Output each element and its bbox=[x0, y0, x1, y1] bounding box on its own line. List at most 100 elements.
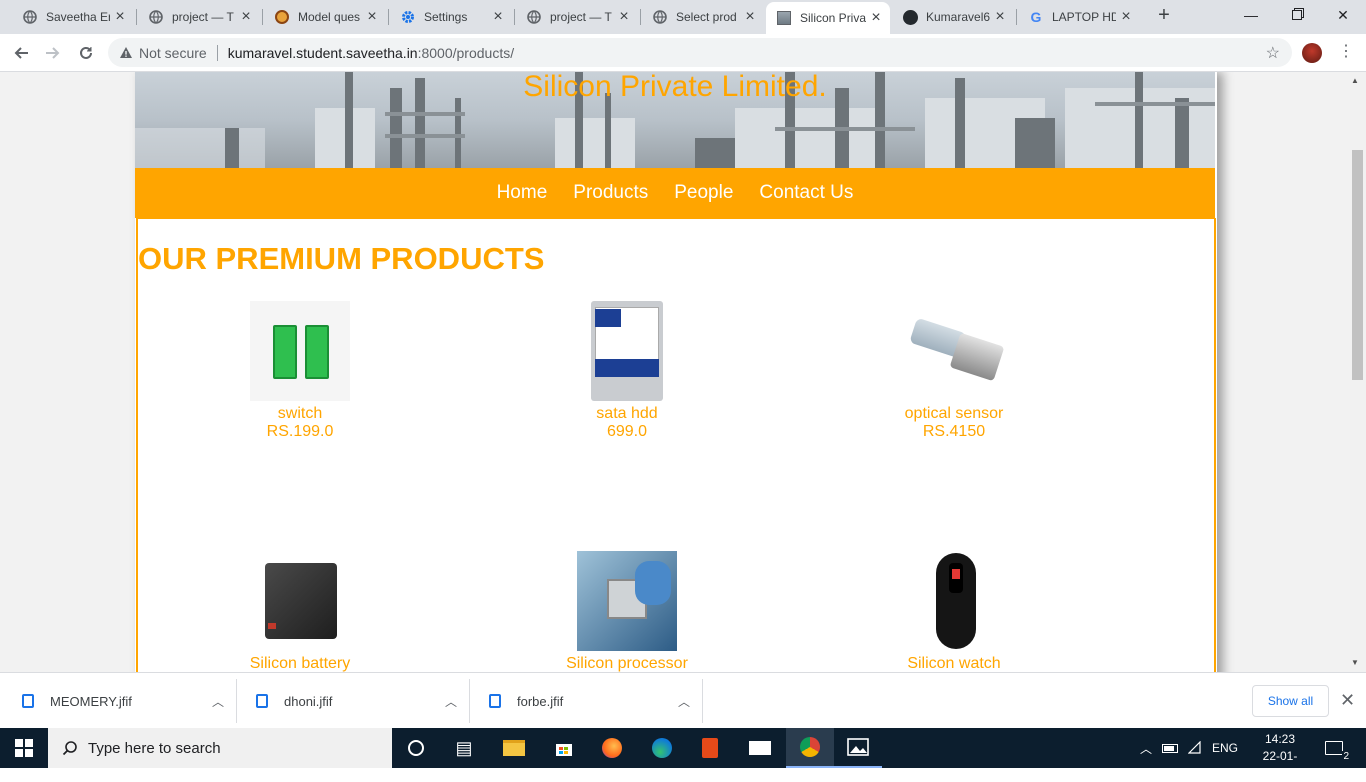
chevron-up-icon[interactable]: ︿ bbox=[678, 693, 690, 710]
mail-icon[interactable] bbox=[736, 728, 784, 768]
task-view-icon[interactable]: ▤ bbox=[440, 728, 488, 768]
scroll-down-icon[interactable]: ▼ bbox=[1351, 658, 1359, 667]
tab-title: Kumaravel6 bbox=[926, 10, 990, 24]
edge-icon[interactable] bbox=[638, 728, 686, 768]
close-icon[interactable]: × bbox=[362, 8, 382, 26]
close-icon[interactable]: × bbox=[110, 8, 130, 26]
site-title: Silicon Private Limited. bbox=[523, 72, 827, 103]
tab-settings[interactable]: Settings × bbox=[390, 0, 512, 34]
profile-avatar[interactable] bbox=[1302, 43, 1322, 63]
google-icon: G bbox=[1030, 9, 1042, 25]
close-icon[interactable]: × bbox=[236, 8, 256, 26]
file-explorer-icon[interactable] bbox=[490, 728, 538, 768]
page-icon bbox=[776, 10, 792, 26]
product-card-silicon-processor[interactable]: Silicon processor bbox=[527, 551, 727, 672]
product-card-sata-hdd[interactable]: sata hdd 699.0 bbox=[527, 301, 727, 441]
windows-start-icon[interactable] bbox=[0, 728, 48, 768]
close-icon[interactable]: ✕ bbox=[1340, 690, 1355, 711]
product-name: switch bbox=[277, 405, 323, 422]
wifi-icon[interactable] bbox=[1188, 728, 1204, 768]
restore-button[interactable] bbox=[1274, 0, 1320, 30]
download-shelf: MEOMERY.jfif ︿ dhoni.jfif ︿ forbe.jfif ︿… bbox=[0, 672, 1366, 728]
office-icon[interactable] bbox=[686, 728, 734, 768]
reload-icon[interactable] bbox=[73, 40, 99, 66]
tab-title: Select prod bbox=[676, 10, 737, 24]
address-bar[interactable]: Not secure kumaravel.student.saveetha.in… bbox=[108, 38, 1292, 67]
notification-count: 2 bbox=[1342, 751, 1350, 762]
globe-icon bbox=[652, 9, 668, 25]
tab-laptop-hd[interactable]: G LAPTOP HD × bbox=[1018, 0, 1140, 34]
product-card-silicon-battery[interactable]: Silicon battery bbox=[200, 551, 400, 672]
download-item[interactable]: dhoni.jfif ︿ bbox=[256, 673, 469, 729]
nav-home[interactable]: Home bbox=[497, 182, 548, 204]
download-filename: forbe.jfif bbox=[517, 693, 564, 709]
product-image bbox=[577, 551, 677, 651]
tab-model-questions[interactable]: Model ques × bbox=[264, 0, 386, 34]
close-icon[interactable]: × bbox=[866, 9, 886, 27]
notification-icon[interactable]: 2 bbox=[1322, 728, 1350, 768]
language-indicator[interactable]: ENG bbox=[1212, 728, 1238, 768]
battery-icon[interactable] bbox=[1162, 728, 1178, 768]
show-all-button[interactable]: Show all bbox=[1252, 685, 1329, 717]
search-icon bbox=[62, 740, 78, 756]
scrollbar-thumb[interactable] bbox=[1352, 150, 1363, 380]
close-icon[interactable]: × bbox=[1116, 8, 1136, 26]
back-arrow-icon[interactable] bbox=[8, 40, 34, 66]
tab-title: Settings bbox=[424, 10, 468, 24]
tab-project[interactable]: project — T × bbox=[138, 0, 260, 34]
product-price: RS.4150 bbox=[922, 423, 986, 440]
url-path: :8000/products/ bbox=[417, 44, 515, 61]
taskbar-search[interactable]: Type here to search bbox=[48, 728, 392, 768]
tab-strip: Saveetha Er × project — T × Model ques ×… bbox=[0, 0, 1366, 34]
menu-icon[interactable]: ⋮ bbox=[1338, 41, 1354, 61]
tab-title: project — T bbox=[550, 10, 612, 24]
close-icon[interactable]: × bbox=[614, 8, 634, 26]
nav-people[interactable]: People bbox=[674, 182, 733, 204]
system-clock[interactable]: 14:23 22-01-2021 bbox=[1250, 731, 1310, 782]
close-icon[interactable]: × bbox=[740, 8, 760, 26]
file-icon bbox=[22, 694, 34, 708]
tab-silicon-private-active[interactable]: Silicon Priva × bbox=[766, 2, 890, 34]
photos-icon[interactable] bbox=[834, 728, 882, 768]
github-icon bbox=[902, 9, 918, 25]
forward-arrow-icon[interactable] bbox=[40, 40, 66, 66]
product-card-switch[interactable]: switch RS.199.0 bbox=[200, 301, 400, 441]
tab-select-product[interactable]: Select prod × bbox=[642, 0, 764, 34]
download-item[interactable]: forbe.jfif ︿ bbox=[489, 673, 702, 729]
warning-icon[interactable] bbox=[119, 46, 133, 59]
site-container: Silicon Private Limited. Home Products P… bbox=[135, 72, 1217, 672]
store-icon[interactable] bbox=[540, 728, 588, 768]
product-image bbox=[577, 301, 677, 401]
file-icon bbox=[256, 694, 268, 708]
close-icon[interactable]: × bbox=[990, 8, 1010, 26]
chevron-up-icon[interactable]: ︿ bbox=[445, 693, 457, 710]
tab-github[interactable]: Kumaravel6 × bbox=[892, 0, 1014, 34]
nav-contact-us[interactable]: Contact Us bbox=[759, 182, 853, 204]
download-item[interactable]: MEOMERY.jfif ︿ bbox=[22, 673, 236, 729]
product-name: sata hdd bbox=[596, 405, 658, 422]
new-tab-button[interactable]: + bbox=[1152, 4, 1176, 30]
chevron-up-icon[interactable]: ︿ bbox=[212, 693, 224, 710]
firefox-icon[interactable] bbox=[588, 728, 636, 768]
close-icon[interactable]: × bbox=[488, 8, 508, 26]
cortana-icon[interactable] bbox=[392, 728, 440, 768]
nav-products[interactable]: Products bbox=[573, 182, 648, 204]
close-window-button[interactable]: ✕ bbox=[1320, 0, 1366, 30]
chrome-icon[interactable] bbox=[786, 728, 834, 768]
tab-saveetha[interactable]: Saveetha Er × bbox=[12, 0, 134, 34]
show-hidden-icons[interactable]: ︿ bbox=[1140, 728, 1152, 768]
scroll-up-icon[interactable]: ▲ bbox=[1351, 76, 1359, 85]
product-card-silicon-watch[interactable]: Silicon watch bbox=[854, 551, 1054, 672]
product-image bbox=[250, 301, 350, 401]
app-icon bbox=[274, 9, 290, 25]
minimize-button[interactable]: — bbox=[1228, 0, 1274, 30]
tab-title: LAPTOP HD bbox=[1052, 10, 1116, 24]
tab-title: Saveetha Er bbox=[46, 10, 110, 24]
product-card-optical-sensor[interactable]: optical sensor RS.4150 bbox=[854, 301, 1054, 441]
file-icon bbox=[489, 694, 501, 708]
product-price: 699.0 bbox=[606, 423, 648, 440]
bookmark-star-icon[interactable]: ☆ bbox=[1266, 43, 1280, 63]
tab-project-2[interactable]: project — T × bbox=[516, 0, 638, 34]
product-name: Silicon watch bbox=[907, 655, 1001, 672]
product-image bbox=[250, 551, 350, 651]
